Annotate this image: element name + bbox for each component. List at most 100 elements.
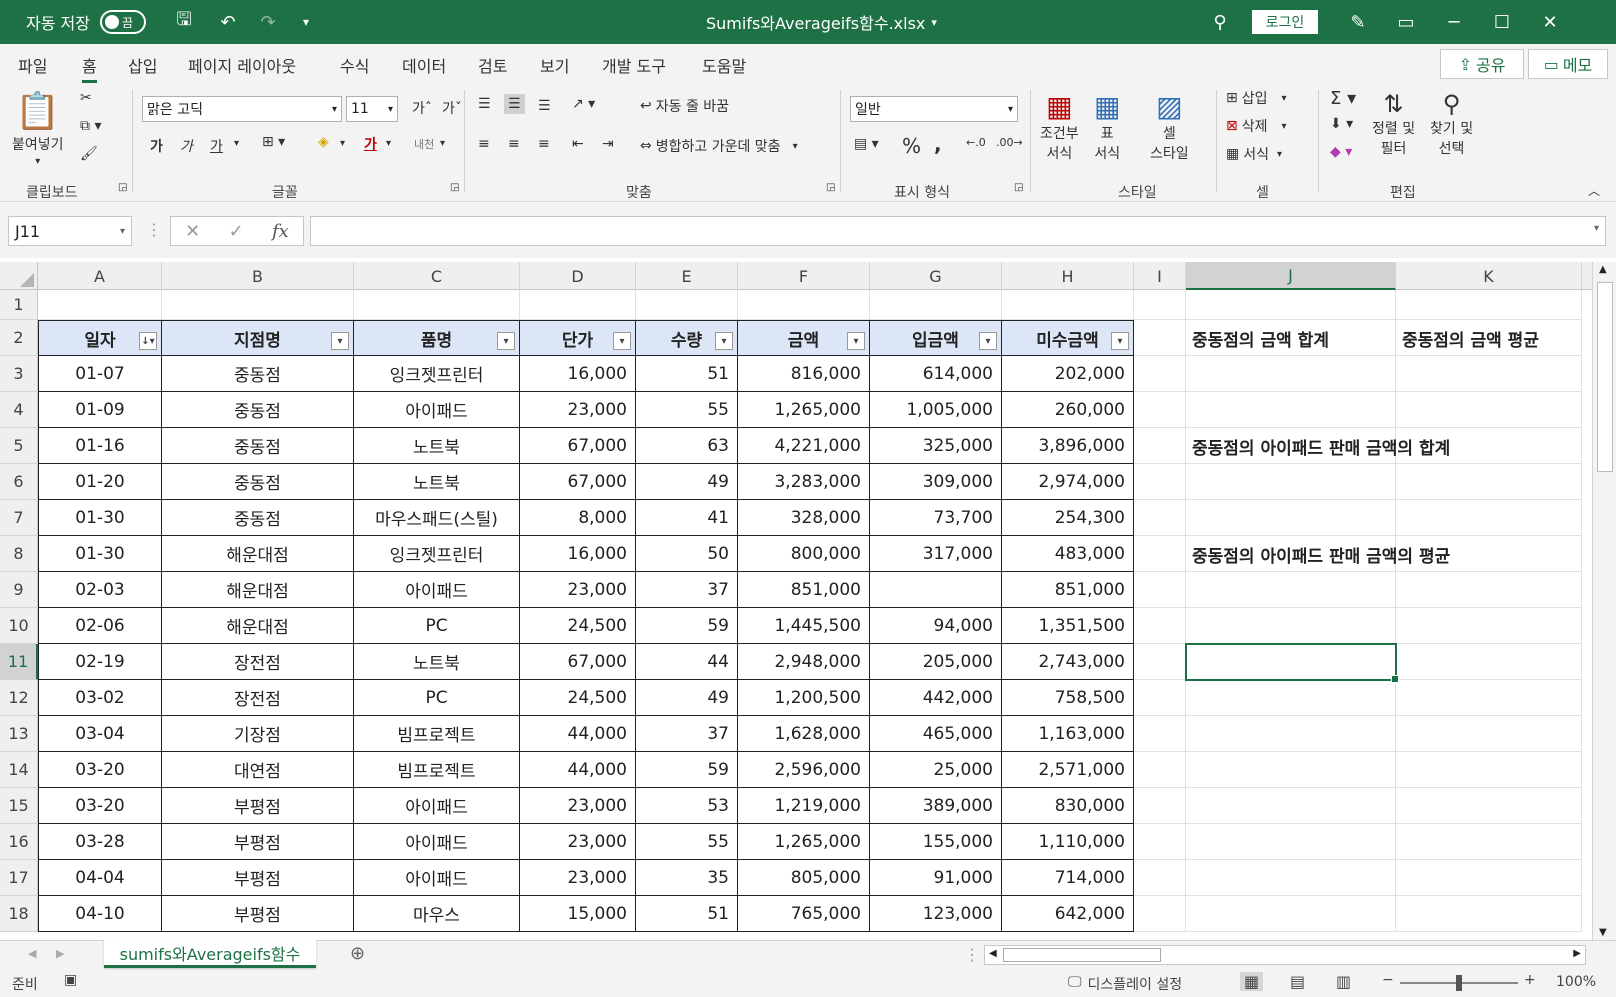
empty-cell[interactable] bbox=[1186, 788, 1396, 824]
table-cell-receivable[interactable]: 1,110,000 bbox=[1002, 824, 1134, 860]
table-cell-unit-price[interactable]: 23,000 bbox=[520, 392, 636, 428]
table-cell-deposit[interactable]: 25,000 bbox=[870, 752, 1002, 788]
empty-cell[interactable] bbox=[1134, 608, 1186, 644]
table-cell-receivable[interactable]: 830,000 bbox=[1002, 788, 1134, 824]
table-cell-product[interactable]: 노트북 bbox=[354, 644, 520, 680]
italic-button[interactable]: 가 bbox=[180, 136, 193, 156]
table-cell-deposit[interactable]: 205,000 bbox=[870, 644, 1002, 680]
table-cell-amount[interactable]: 2,948,000 bbox=[738, 644, 870, 680]
scroll-down-icon[interactable]: ▼ bbox=[1599, 927, 1607, 938]
table-cell-product[interactable]: 아이패드 bbox=[354, 824, 520, 860]
empty-cell[interactable] bbox=[1134, 644, 1186, 680]
table-cell-date[interactable]: 02-19 bbox=[38, 644, 162, 680]
table-cell-receivable[interactable]: 2,974,000 bbox=[1002, 464, 1134, 500]
filter-dropdown-icon[interactable]: ↓▾ bbox=[139, 332, 157, 350]
zoom-out-icon[interactable]: − bbox=[1382, 972, 1394, 988]
accounting-format-icon[interactable]: ▤ ▾ bbox=[854, 136, 879, 152]
table-cell-amount[interactable]: 1,219,000 bbox=[738, 788, 870, 824]
row-header-18[interactable]: 18 bbox=[0, 896, 38, 932]
normal-view-icon[interactable]: ▦ bbox=[1240, 972, 1264, 991]
table-cell-branch[interactable]: 중동점 bbox=[162, 356, 354, 392]
table-cell-receivable[interactable]: 260,000 bbox=[1002, 392, 1134, 428]
table-cell-product[interactable]: PC bbox=[354, 680, 520, 716]
label-j8-ipad-average[interactable]: 중동점의 아이패드 판매 금액의 평균 bbox=[1192, 536, 1450, 572]
tab-home[interactable]: 홈 bbox=[82, 53, 97, 83]
table-cell-deposit[interactable]: 73,700 bbox=[870, 500, 1002, 536]
empty-cell[interactable] bbox=[1186, 356, 1396, 392]
table-cell-product[interactable]: 아이패드 bbox=[354, 860, 520, 896]
empty-cell[interactable] bbox=[520, 290, 636, 320]
empty-cell[interactable] bbox=[1134, 392, 1186, 428]
table-cell-branch[interactable]: 대연점 bbox=[162, 752, 354, 788]
vertical-scroll-thumb[interactable] bbox=[1597, 282, 1613, 472]
table-cell-unit-price[interactable]: 8,000 bbox=[520, 500, 636, 536]
shrink-font-icon[interactable]: 가ˇ bbox=[442, 98, 462, 118]
table-cell-quantity[interactable]: 51 bbox=[636, 356, 738, 392]
table-cell-date[interactable]: 04-04 bbox=[38, 860, 162, 896]
search-icon[interactable]: ⚲ bbox=[1196, 0, 1244, 44]
table-cell-quantity[interactable]: 49 bbox=[636, 680, 738, 716]
table-cell-date[interactable]: 03-20 bbox=[38, 752, 162, 788]
table-cell-unit-price[interactable]: 23,000 bbox=[520, 572, 636, 608]
table-cell-amount[interactable]: 1,628,000 bbox=[738, 716, 870, 752]
border-icon[interactable]: ⊞ ▾ bbox=[262, 134, 285, 150]
merge-center-button[interactable]: ⇔ 병합하고 가운데 맞춤 ▾ bbox=[640, 136, 798, 156]
empty-cell[interactable] bbox=[1186, 608, 1396, 644]
copy-icon[interactable]: ⧉ ▾ bbox=[80, 118, 101, 134]
table-cell-quantity[interactable]: 35 bbox=[636, 860, 738, 896]
filter-dropdown-icon[interactable]: ▾ bbox=[715, 332, 733, 350]
table-cell-date[interactable]: 04-10 bbox=[38, 896, 162, 932]
fill-color-icon[interactable]: ◈ bbox=[318, 134, 329, 150]
chevron-down-icon[interactable]: ▾ bbox=[386, 138, 391, 149]
bold-button[interactable]: 가 bbox=[150, 136, 163, 156]
table-cell-quantity[interactable]: 37 bbox=[636, 716, 738, 752]
filter-dropdown-icon[interactable]: ▾ bbox=[847, 332, 865, 350]
phonetic-guide-icon[interactable]: 내천 bbox=[414, 136, 434, 152]
table-cell-receivable[interactable]: 483,000 bbox=[1002, 536, 1134, 572]
insert-cells-button[interactable]: ⊞ 삽입 ▾ bbox=[1226, 88, 1287, 108]
table-cell-receivable[interactable]: 2,571,000 bbox=[1002, 752, 1134, 788]
table-cell-product[interactable]: 빔프로젝트 bbox=[354, 716, 520, 752]
table-header-unit-price[interactable]: 단가 ▾ bbox=[520, 320, 636, 356]
table-cell-unit-price[interactable]: 16,000 bbox=[520, 356, 636, 392]
filter-dropdown-icon[interactable]: ▾ bbox=[1111, 332, 1129, 350]
table-cell-branch[interactable]: 장전점 bbox=[162, 680, 354, 716]
filter-dropdown-icon[interactable]: ▾ bbox=[979, 332, 997, 350]
scroll-up-icon[interactable]: ▲ bbox=[1599, 264, 1607, 275]
table-cell-branch[interactable]: 장전점 bbox=[162, 644, 354, 680]
memo-button[interactable]: ▭ 메모 bbox=[1528, 49, 1608, 79]
table-cell-amount[interactable]: 816,000 bbox=[738, 356, 870, 392]
table-cell-unit-price[interactable]: 23,000 bbox=[520, 824, 636, 860]
empty-cell[interactable] bbox=[1134, 860, 1186, 896]
table-cell-product[interactable]: 잉크젯프린터 bbox=[354, 536, 520, 572]
column-header-d[interactable]: D bbox=[520, 262, 636, 290]
font-color-icon[interactable]: 가 bbox=[364, 134, 377, 154]
row-header-15[interactable]: 15 bbox=[0, 788, 38, 824]
table-cell-deposit[interactable]: 123,000 bbox=[870, 896, 1002, 932]
table-header-deposit[interactable]: 입금액 ▾ bbox=[870, 320, 1002, 356]
share-button[interactable]: ⇪ 공유 bbox=[1440, 49, 1524, 79]
row-header-16[interactable]: 16 bbox=[0, 824, 38, 860]
align-top-icon[interactable]: ☰ bbox=[478, 96, 491, 112]
empty-cell[interactable] bbox=[1186, 680, 1396, 716]
align-bottom-icon[interactable]: ☰ bbox=[538, 98, 551, 114]
row-header-11[interactable]: 11 bbox=[0, 644, 38, 680]
clipboard-launcher-icon[interactable]: ◲ bbox=[118, 182, 127, 193]
tab-insert[interactable]: 삽입 bbox=[128, 53, 157, 77]
table-header-branch[interactable]: 지점명 ▾ bbox=[162, 320, 354, 356]
filter-dropdown-icon[interactable]: ▾ bbox=[497, 332, 515, 350]
autosave-toggle[interactable]: 끔 bbox=[100, 10, 146, 34]
table-cell-product[interactable]: 마우스패드(스틸) bbox=[354, 500, 520, 536]
table-cell-deposit[interactable]: 465,000 bbox=[870, 716, 1002, 752]
format-as-table-button[interactable]: ▦ 표 서식 bbox=[1094, 90, 1120, 163]
tab-page-layout[interactable]: 페이지 레이아웃 bbox=[188, 53, 296, 77]
sheet-tab-active[interactable]: sumifs와Averageifs함수 bbox=[104, 940, 316, 968]
table-cell-product[interactable]: 빔프로젝트 bbox=[354, 752, 520, 788]
table-cell-deposit[interactable]: 1,005,000 bbox=[870, 392, 1002, 428]
empty-cell[interactable] bbox=[1186, 896, 1396, 932]
empty-cell[interactable] bbox=[1396, 572, 1582, 608]
table-cell-product[interactable]: 아이패드 bbox=[354, 788, 520, 824]
empty-cell[interactable] bbox=[1186, 572, 1396, 608]
underline-button[interactable]: 가 bbox=[210, 136, 223, 156]
ribbon-display-icon[interactable]: ▭ bbox=[1382, 0, 1430, 44]
